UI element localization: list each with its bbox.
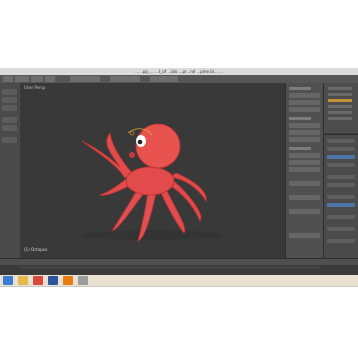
panel-heading <box>289 147 311 150</box>
blender-icon[interactable] <box>63 276 73 285</box>
octopus-pupil <box>137 139 143 145</box>
dimensions-field[interactable] <box>289 181 320 186</box>
octopus-tentacle <box>159 188 186 234</box>
origin-marker <box>129 130 135 136</box>
property-row-active[interactable] <box>327 203 355 207</box>
outliner <box>323 83 358 133</box>
window-title: ... ..pp_... ...t_of ...blo ...pr...nd .… <box>135 69 223 74</box>
tool-shelf <box>0 83 21 258</box>
properties-shelf <box>285 83 324 258</box>
rotation-z-field[interactable] <box>289 137 320 142</box>
property-row[interactable] <box>327 195 355 199</box>
location-z-field[interactable] <box>289 107 320 112</box>
timeline-ruler[interactable] <box>20 266 320 269</box>
context-tabs[interactable] <box>327 139 355 143</box>
octopus-model[interactable] <box>20 83 285 258</box>
menu-render[interactable] <box>15 76 29 82</box>
property-row[interactable] <box>327 175 355 179</box>
outliner-item[interactable] <box>328 87 352 90</box>
chrome-icon[interactable] <box>33 276 43 285</box>
file-icon[interactable] <box>78 276 88 285</box>
tool-join-button[interactable] <box>2 125 17 131</box>
word-icon[interactable] <box>48 276 58 285</box>
rotation-y-field[interactable] <box>289 130 320 135</box>
octopus-body <box>125 166 175 196</box>
property-row[interactable] <box>327 183 355 187</box>
render-engine-select[interactable] <box>150 76 178 82</box>
ground-shadow <box>82 230 222 240</box>
property-row[interactable] <box>327 239 355 243</box>
start-button-icon[interactable] <box>3 276 13 285</box>
scale-z-field[interactable] <box>289 167 320 172</box>
file-explorer-icon[interactable] <box>18 276 28 285</box>
menu-window[interactable] <box>31 76 43 82</box>
divider <box>0 286 358 287</box>
property-row[interactable] <box>327 147 355 151</box>
location-y-field[interactable] <box>289 100 320 105</box>
window-title-bar: ... ..pp_... ...t_of ...blo ...pr...nd .… <box>0 68 358 75</box>
menu-help[interactable] <box>45 76 55 82</box>
panel-heading <box>289 87 311 90</box>
rotation-x-field[interactable] <box>289 123 320 128</box>
display-field[interactable] <box>289 233 320 238</box>
tool-scale-button[interactable] <box>2 105 17 111</box>
view-field[interactable] <box>289 195 320 200</box>
property-row-active[interactable] <box>327 155 355 159</box>
cursor-field[interactable] <box>289 209 320 214</box>
location-x-field[interactable] <box>289 93 320 98</box>
scene-select[interactable] <box>110 76 140 82</box>
octopus-mouth <box>129 152 135 158</box>
outliner-item[interactable] <box>328 93 352 96</box>
outliner-item-selected[interactable] <box>328 99 352 102</box>
windows-taskbar <box>0 275 358 286</box>
scale-y-field[interactable] <box>289 160 320 165</box>
octopus-tentacle-raised <box>81 132 133 179</box>
tool-shading-button[interactable] <box>2 137 17 143</box>
tool-rotate-button[interactable] <box>2 97 17 103</box>
outliner-item[interactable] <box>328 105 352 108</box>
property-row[interactable] <box>327 227 355 231</box>
tool-translate-button[interactable] <box>2 89 17 95</box>
outliner-item[interactable] <box>328 111 352 114</box>
property-row[interactable] <box>327 215 355 219</box>
screen-layout-select[interactable] <box>70 76 100 82</box>
info-header <box>0 75 358 83</box>
blender-window: ... ..pp_... ...t_of ...blo ...pr...nd .… <box>0 68 358 286</box>
panel-heading <box>289 117 311 120</box>
tool-duplicate-button[interactable] <box>2 117 17 123</box>
menu-file[interactable] <box>3 76 13 82</box>
property-row[interactable] <box>327 163 355 167</box>
properties-editor <box>323 134 358 259</box>
scale-x-field[interactable] <box>289 153 320 158</box>
octopus-tentacle <box>111 187 145 232</box>
outliner-item[interactable] <box>328 117 352 120</box>
